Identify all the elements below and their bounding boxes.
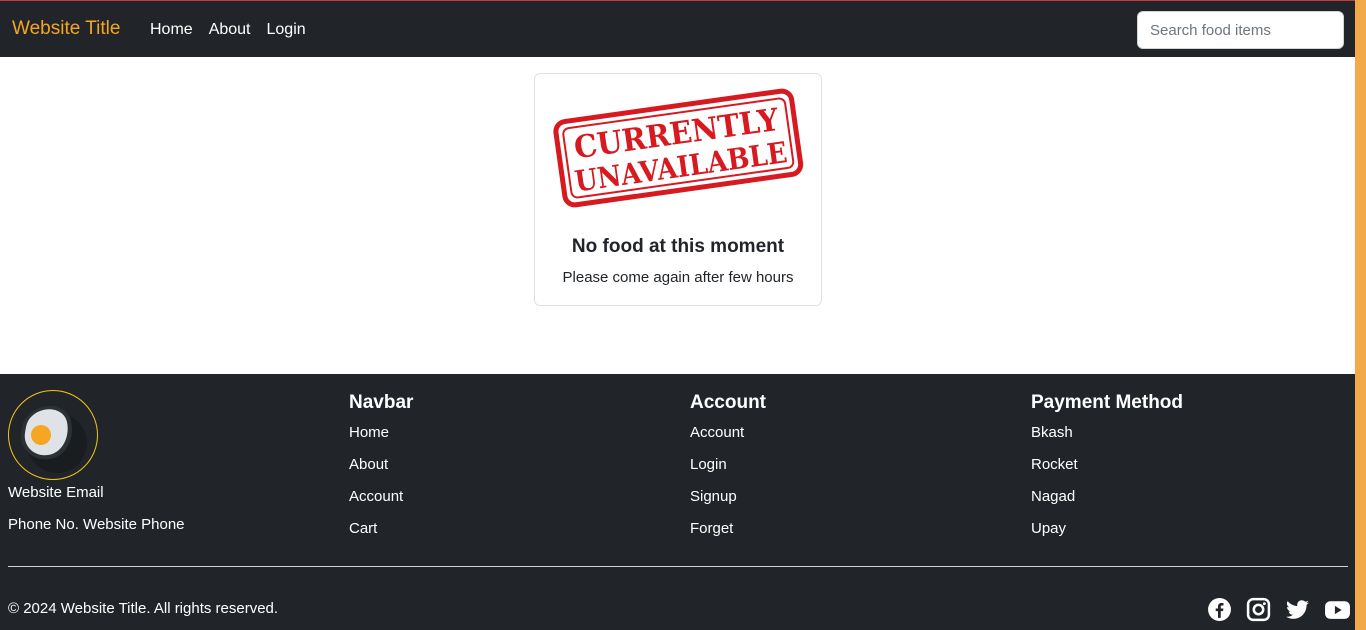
footer-link-cart[interactable]: Cart xyxy=(349,519,413,551)
footer-divider xyxy=(8,566,1348,567)
social-links xyxy=(1207,597,1350,622)
footer-link-signup[interactable]: Signup xyxy=(690,487,766,519)
footer-link-login[interactable]: Login xyxy=(690,455,766,487)
footer-link-about[interactable]: About xyxy=(349,455,413,487)
fried-egg-logo-icon xyxy=(20,405,87,473)
footer-link-upay[interactable]: Upay xyxy=(1031,519,1183,551)
card-title: No food at this moment xyxy=(571,236,785,257)
nav-links: Home About Login xyxy=(150,21,306,39)
site-footer: Website Email Phone No. Website Phone Na… xyxy=(0,374,1355,630)
brand-link[interactable]: Website Title xyxy=(12,18,120,40)
currently-unavailable-stamp: CURRENTLY UNAVAILABLE xyxy=(553,88,804,208)
footer-col-title: Payment Method xyxy=(1031,392,1184,413)
youtube-icon[interactable] xyxy=(1324,597,1350,622)
unavailable-card: CURRENTLY UNAVAILABLE No food at this mo… xyxy=(534,73,822,306)
site-logo xyxy=(8,390,98,480)
footer-col-payment: Payment Method Bkash Rocket Nagad Upay xyxy=(1031,392,1183,551)
nav-about-link[interactable]: About xyxy=(209,21,251,39)
footer-col-title: Account xyxy=(690,392,766,413)
footer-phone: Phone No. Website Phone xyxy=(8,516,185,533)
search-input[interactable] xyxy=(1137,11,1344,49)
footer-link-account[interactable]: Account xyxy=(690,423,766,455)
footer-link-bkash[interactable]: Bkash xyxy=(1031,423,1183,455)
footer-link-forget[interactable]: Forget xyxy=(690,519,766,551)
twitter-icon[interactable] xyxy=(1285,597,1310,622)
footer-link-account[interactable]: Account xyxy=(349,487,413,519)
nav-home-link[interactable]: Home xyxy=(150,21,193,39)
footer-col-account: Account Account Login Signup Forget xyxy=(690,392,766,551)
nav-login-link[interactable]: Login xyxy=(267,21,306,39)
scrollbar[interactable] xyxy=(1355,0,1366,630)
footer-col-title: Navbar xyxy=(349,392,414,413)
footer-link-home[interactable]: Home xyxy=(349,423,413,455)
card-text: Please come again after few hours xyxy=(562,269,794,286)
footer-link-rocket[interactable]: Rocket xyxy=(1031,455,1183,487)
facebook-icon[interactable] xyxy=(1207,597,1232,622)
footer-link-nagad[interactable]: Nagad xyxy=(1031,487,1183,519)
footer-col-navbar: Navbar Home About Account Cart xyxy=(349,392,413,551)
top-navbar: Website Title Home About Login xyxy=(0,0,1355,57)
copyright-text: © 2024 Website Title. All rights reserve… xyxy=(8,600,279,617)
instagram-icon[interactable] xyxy=(1246,597,1271,622)
footer-email: Website Email xyxy=(8,484,104,501)
